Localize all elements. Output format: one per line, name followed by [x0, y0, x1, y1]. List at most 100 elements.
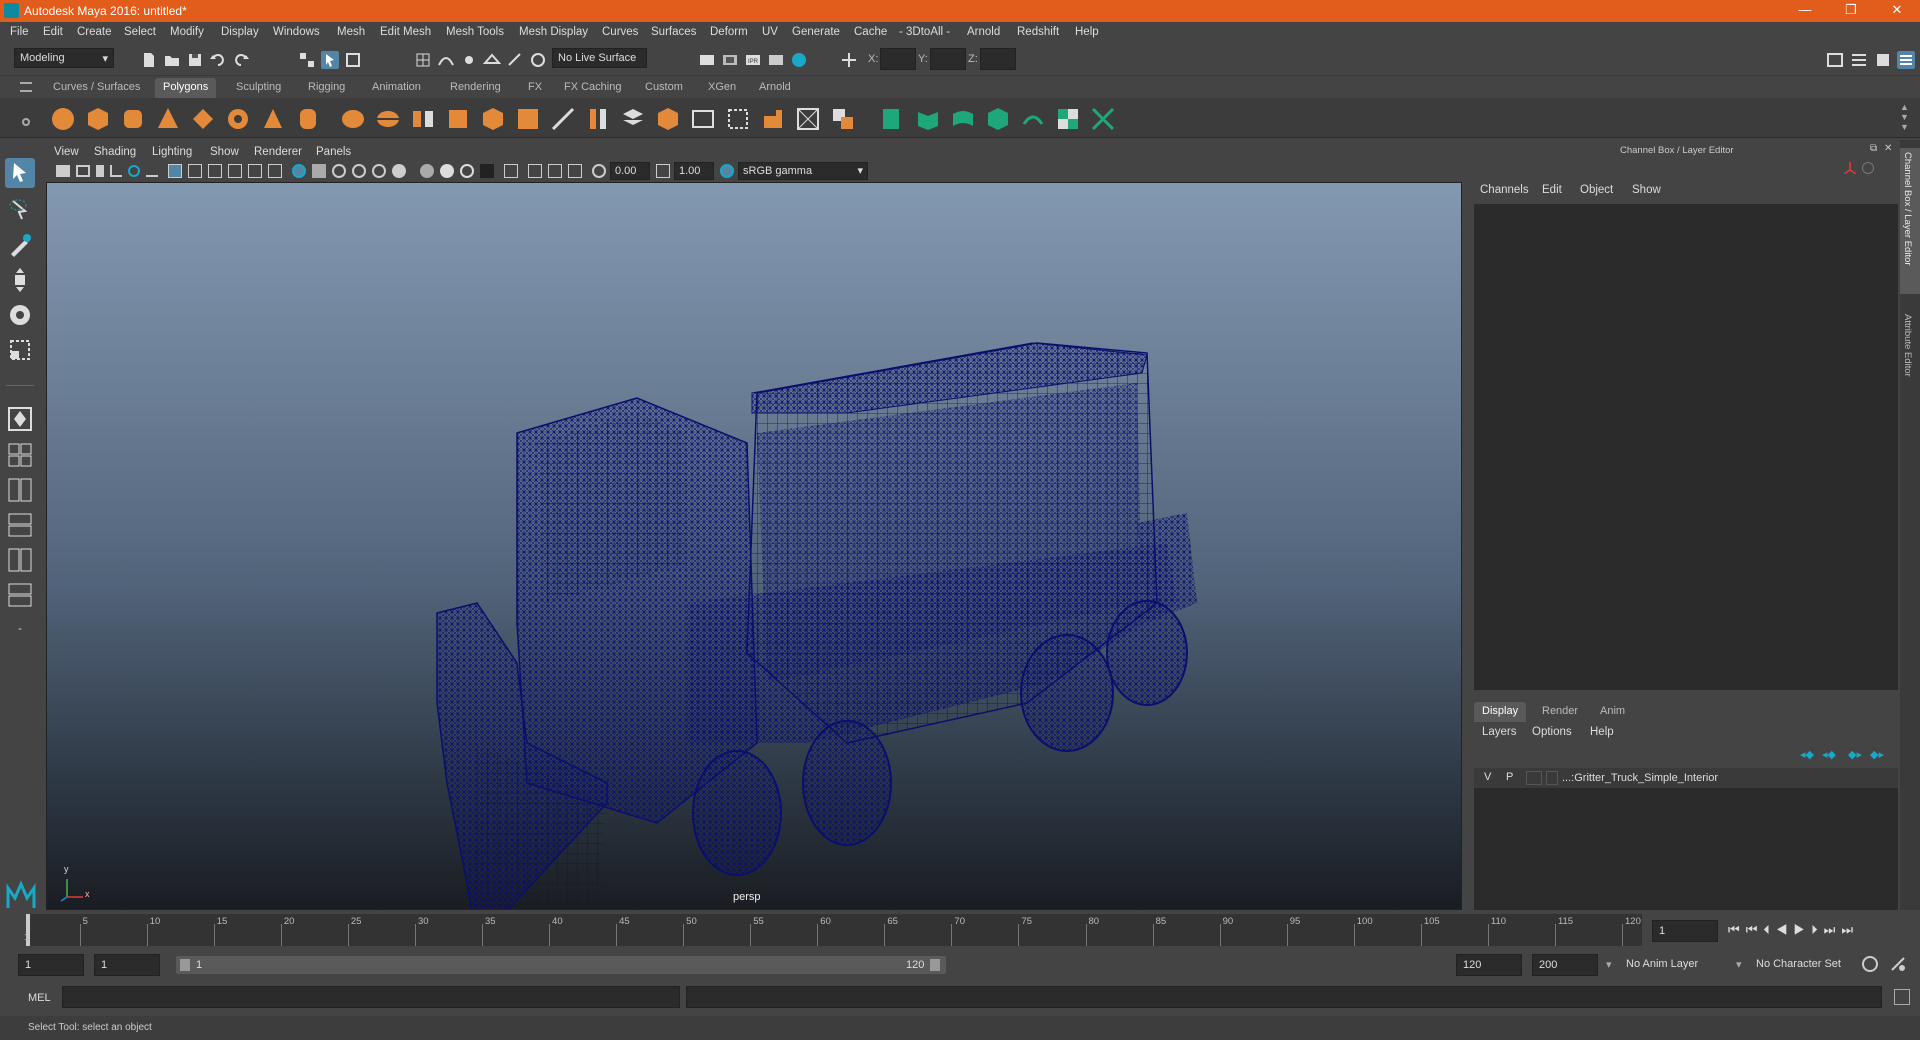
- checker-map-icon[interactable]: [1055, 106, 1081, 132]
- layer-playback-toggle[interactable]: P: [1506, 771, 1513, 783]
- unfold-icon[interactable]: [1020, 106, 1046, 132]
- smooth-shade-icon[interactable]: [312, 164, 326, 178]
- close-button[interactable]: ✕: [1874, 0, 1920, 22]
- poly-pipe-icon[interactable]: [295, 106, 321, 132]
- merge-icon[interactable]: [690, 106, 716, 132]
- shelf-tab-rigging[interactable]: Rigging: [300, 78, 353, 98]
- lasso-tool-icon[interactable]: [5, 195, 35, 225]
- layer-tab-display[interactable]: Display: [1474, 702, 1527, 722]
- current-frame-field[interactable]: 1: [1652, 920, 1718, 942]
- menu-mesh-display[interactable]: Mesh Display: [519, 26, 588, 38]
- tool-settings-icon[interactable]: [1874, 51, 1892, 69]
- outliner-layout-icon[interactable]: [5, 510, 35, 540]
- script-editor-icon[interactable]: [1894, 989, 1910, 1005]
- menu-edit-mesh[interactable]: Edit Mesh: [380, 26, 431, 38]
- two-pane-layout-icon[interactable]: [5, 475, 35, 505]
- x-field[interactable]: [880, 48, 916, 70]
- shadows-icon[interactable]: [392, 164, 406, 178]
- boolean-icon[interactable]: [830, 106, 856, 132]
- vp-menu-shading[interactable]: Shading: [94, 146, 136, 158]
- layer-menu-options[interactable]: Options: [1532, 726, 1572, 738]
- custom-layout-icon[interactable]: -: [5, 615, 35, 645]
- vp-menu-show[interactable]: Show: [210, 146, 239, 158]
- poly-cone-icon[interactable]: [155, 106, 181, 132]
- select-component-icon[interactable]: [344, 51, 362, 69]
- menu-windows[interactable]: Windows: [273, 26, 320, 38]
- shelf-tab-curves-surfaces[interactable]: Curves / Surfaces: [45, 78, 148, 98]
- animation-prefs-icon[interactable]: [1890, 956, 1906, 972]
- cb-menu-object[interactable]: Object: [1580, 184, 1613, 196]
- shelf-tab-xgen[interactable]: XGen: [700, 78, 744, 98]
- modeling-toolkit-icon[interactable]: [1826, 51, 1844, 69]
- vp-menu-lighting[interactable]: Lighting: [152, 146, 192, 158]
- depth-of-field-icon[interactable]: [480, 164, 494, 178]
- menu-edit[interactable]: Edit: [43, 26, 63, 38]
- bookmark-icon[interactable]: [96, 165, 104, 177]
- new-scene-icon[interactable]: [140, 51, 158, 69]
- menu-redshift[interactable]: Redshift: [1017, 26, 1059, 38]
- menu-display[interactable]: Display: [221, 26, 259, 38]
- exposure-field[interactable]: 0.00: [610, 162, 650, 180]
- gamma-field[interactable]: 1.00: [674, 162, 714, 180]
- float-panel-icon[interactable]: ⧉: [1870, 143, 1877, 154]
- menu-file[interactable]: File: [10, 26, 29, 38]
- input-mode-icon[interactable]: [840, 51, 858, 69]
- ipr-render-icon[interactable]: IPR: [744, 51, 762, 69]
- mirror-icon[interactable]: [445, 106, 471, 132]
- cb-menu-edit[interactable]: Edit: [1542, 184, 1562, 196]
- append-polygon-icon[interactable]: [620, 106, 646, 132]
- bridge-icon[interactable]: [585, 106, 611, 132]
- separate-icon[interactable]: [375, 106, 401, 132]
- move-layer-up-icon[interactable]: ◂◆: [1800, 748, 1814, 761]
- play-forwards-icon[interactable]: ▶: [1794, 922, 1812, 937]
- shelf-scroll-icon[interactable]: ▲ ▼ ▼: [1900, 102, 1909, 132]
- vp-menu-panels[interactable]: Panels: [316, 146, 351, 158]
- gate-mask-icon[interactable]: [228, 164, 242, 178]
- shelf-tab-arnold[interactable]: Arnold: [751, 78, 799, 98]
- automatic-map-icon[interactable]: [985, 106, 1011, 132]
- exposure-icon[interactable]: [592, 164, 606, 178]
- chevron-down-icon[interactable]: ▾: [1606, 958, 1612, 971]
- shelf-tab-fx[interactable]: FX: [520, 78, 550, 98]
- screen-space-ao-icon[interactable]: [420, 164, 434, 178]
- camera-attributes-icon[interactable]: [76, 165, 90, 177]
- menu-3dtoall[interactable]: - 3DtoAll -: [899, 26, 950, 38]
- xray-icon[interactable]: [528, 164, 542, 178]
- poly-plane-icon[interactable]: [190, 106, 216, 132]
- snap-view-plane-icon[interactable]: [482, 51, 502, 69]
- y-field[interactable]: [930, 48, 966, 70]
- snap-grid-icon[interactable]: [414, 51, 432, 69]
- animation-end-field[interactable]: 200: [1532, 954, 1598, 976]
- close-panel-icon[interactable]: ✕: [1884, 143, 1892, 154]
- rotate-tool-icon[interactable]: [5, 300, 35, 330]
- color-management-icon[interactable]: [720, 164, 734, 178]
- extrude-icon[interactable]: [480, 106, 506, 132]
- step-back-frame-icon[interactable]: ⏴: [1763, 922, 1776, 937]
- select-tool-icon[interactable]: [5, 158, 35, 188]
- side-tab-attribute-editor[interactable]: Attribute Editor: [1900, 310, 1920, 410]
- smooth-icon[interactable]: [410, 106, 436, 132]
- move-tool-icon[interactable]: [5, 265, 35, 295]
- anim-layer-dropdown[interactable]: No Anim Layer: [1620, 954, 1740, 976]
- new-layer-selected-icon[interactable]: ◆▸: [1870, 748, 1884, 761]
- cb-menu-show[interactable]: Show: [1632, 184, 1661, 196]
- new-layer-icon[interactable]: ◆▸: [1848, 748, 1862, 761]
- menu-arnold[interactable]: Arnold: [967, 26, 1000, 38]
- playback-end-field[interactable]: 120: [1456, 954, 1522, 976]
- playback-start-field[interactable]: 1: [94, 954, 160, 976]
- range-start-handle[interactable]: [180, 959, 190, 971]
- snap-live-icon[interactable]: [506, 51, 524, 69]
- menu-create[interactable]: Create: [77, 26, 112, 38]
- go-to-start-icon[interactable]: ⏮: [1728, 922, 1746, 937]
- poly-cylinder-icon[interactable]: [120, 106, 146, 132]
- menu-mesh-tools[interactable]: Mesh Tools: [446, 26, 504, 38]
- motion-blur-icon[interactable]: [440, 164, 454, 178]
- four-pane-layout-icon[interactable]: [5, 440, 35, 470]
- menu-curves[interactable]: Curves: [602, 26, 638, 38]
- menu-surfaces[interactable]: Surfaces: [651, 26, 696, 38]
- multi-cut-icon[interactable]: [550, 106, 576, 132]
- layer-color-swatch[interactable]: [1546, 771, 1558, 785]
- target-weld-icon[interactable]: [760, 106, 786, 132]
- shelf-settings-icon[interactable]: [22, 118, 30, 126]
- render-settings-icon[interactable]: [767, 51, 785, 69]
